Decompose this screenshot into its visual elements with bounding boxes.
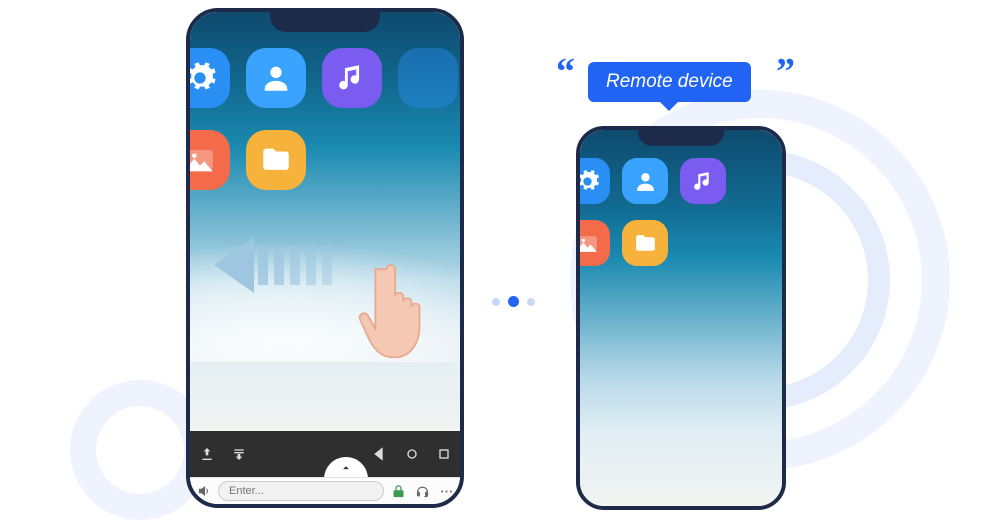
app-row-2 [588, 220, 668, 266]
quote-close-icon: ” [776, 50, 795, 94]
nav-back-button[interactable] [372, 446, 388, 462]
dot-active [508, 296, 519, 307]
nav-recent-button[interactable] [436, 446, 452, 462]
connection-dots [492, 296, 535, 307]
link-lock-icon[interactable] [390, 483, 406, 499]
nav-home-button[interactable] [404, 446, 420, 462]
remote-phone-frame [576, 126, 786, 510]
app-row-1 [202, 48, 418, 108]
notch [638, 130, 724, 146]
toolbar-toggle-handle[interactable] [324, 457, 368, 479]
arrow-trail [258, 245, 332, 285]
more-icon[interactable] [438, 483, 454, 499]
gallery-app-icon [580, 220, 610, 266]
remote-phone-screen [580, 130, 782, 506]
dot [527, 298, 535, 306]
dot [492, 298, 500, 306]
input-bar [190, 477, 460, 504]
partial-app-icon[interactable] [398, 48, 458, 108]
gallery-app-icon[interactable] [190, 130, 230, 190]
hand-pointer-icon [352, 252, 442, 362]
local-phone-frame [186, 8, 464, 508]
upload-button[interactable] [198, 445, 216, 463]
remote-device-label: Remote device [588, 62, 751, 102]
remote-device-label-text: Remote device [606, 71, 733, 92]
sound-icon[interactable] [196, 483, 212, 499]
settings-app-icon[interactable] [190, 48, 230, 108]
text-input[interactable] [218, 481, 384, 501]
contacts-app-icon[interactable] [246, 48, 306, 108]
app-row-2 [202, 130, 306, 190]
app-row-1 [588, 158, 726, 204]
music-app-icon [680, 158, 726, 204]
swipe-left-hint [214, 237, 332, 293]
files-app-icon [622, 220, 668, 266]
notch [270, 12, 380, 32]
music-app-icon[interactable] [322, 48, 382, 108]
local-phone-screen[interactable] [190, 12, 460, 432]
arrow-left-icon [214, 237, 254, 293]
settings-app-icon [580, 158, 610, 204]
contacts-app-icon [622, 158, 668, 204]
download-list-button[interactable] [230, 445, 248, 463]
quote-open-icon: “ [556, 50, 575, 94]
headset-icon[interactable] [414, 483, 430, 499]
control-toolbar [190, 431, 460, 477]
files-app-icon[interactable] [246, 130, 306, 190]
